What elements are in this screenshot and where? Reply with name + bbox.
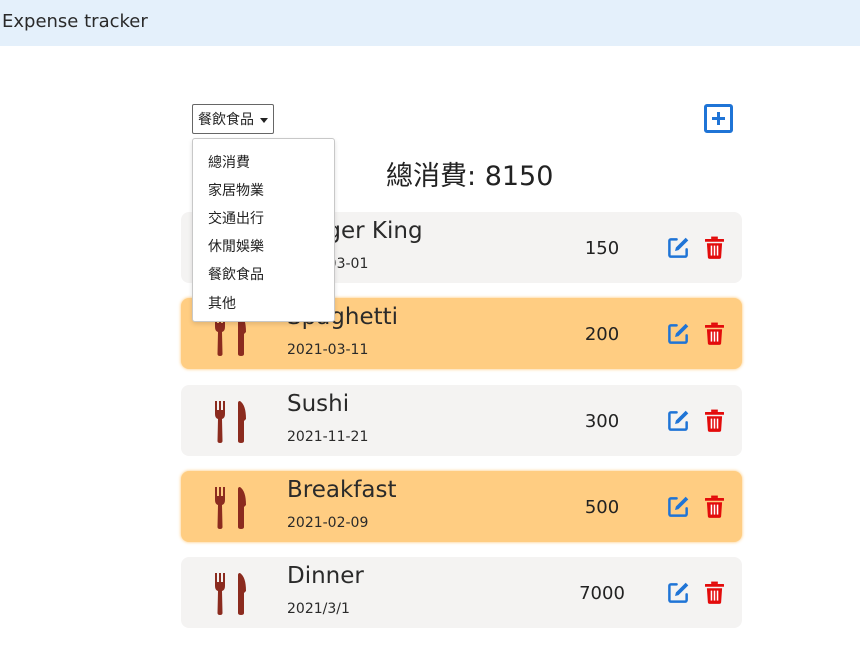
utensils-icon	[215, 573, 246, 615]
trash-icon[interactable]	[705, 495, 724, 518]
trash-icon[interactable]	[705, 409, 724, 432]
expense-amount: 500	[584, 497, 620, 518]
expense-amount: 150	[584, 238, 620, 259]
expense-card: Sushi 2021-11-21 300	[181, 385, 742, 456]
trash-icon[interactable]	[705, 322, 724, 345]
trash-icon[interactable]	[705, 236, 724, 259]
utensils-icon	[215, 401, 246, 443]
edit-icon[interactable]	[667, 581, 690, 604]
expense-date: 2021-03-11	[287, 342, 369, 358]
edit-icon[interactable]	[667, 322, 690, 345]
category-filter-select[interactable]: 餐飲食品	[192, 104, 274, 134]
expense-name: Dinner	[287, 563, 364, 589]
expense-name: Breakfast	[287, 477, 397, 503]
dropdown-item-food[interactable]: 餐飲食品	[208, 264, 264, 284]
total-expense: 總消費: 8150	[386, 154, 553, 193]
app-title: Expense tracker	[2, 11, 148, 32]
edit-icon[interactable]	[667, 495, 690, 518]
total-amount: 8150	[484, 161, 554, 192]
edit-icon[interactable]	[667, 409, 690, 432]
total-separator: :	[467, 161, 485, 192]
category-filter-value: 餐飲食品	[198, 112, 254, 128]
expense-name: Sushi	[287, 391, 350, 417]
category-dropdown-menu: 總消費 家居物業 交通出行 休閒娛樂 餐飲食品 其他	[192, 138, 335, 322]
trash-icon[interactable]	[705, 581, 724, 604]
utensils-icon	[215, 487, 246, 529]
expense-card: Dinner 2021/3/1 7000	[181, 557, 742, 628]
expense-date: 2021-11-21	[287, 429, 369, 445]
expense-date: 2021/3/1	[287, 601, 350, 617]
caret-down-icon	[260, 118, 268, 123]
dropdown-item-total[interactable]: 總消費	[208, 152, 250, 172]
dropdown-item-other[interactable]: 其他	[208, 293, 236, 313]
expense-date: 2021-02-09	[287, 515, 369, 531]
navbar: Expense tracker	[0, 0, 860, 46]
expense-amount: 200	[584, 324, 620, 345]
add-expense-button[interactable]	[704, 104, 733, 133]
expense-amount: 7000	[579, 583, 625, 604]
edit-icon[interactable]	[667, 236, 690, 259]
dropdown-item-transport[interactable]: 交通出行	[208, 208, 264, 228]
expense-card: Breakfast 2021-02-09 500	[181, 471, 742, 542]
dropdown-item-leisure[interactable]: 休閒娛樂	[208, 236, 264, 256]
expense-amount: 300	[584, 411, 620, 432]
dropdown-item-home[interactable]: 家居物業	[208, 180, 264, 200]
total-label: 總消費	[386, 161, 467, 192]
